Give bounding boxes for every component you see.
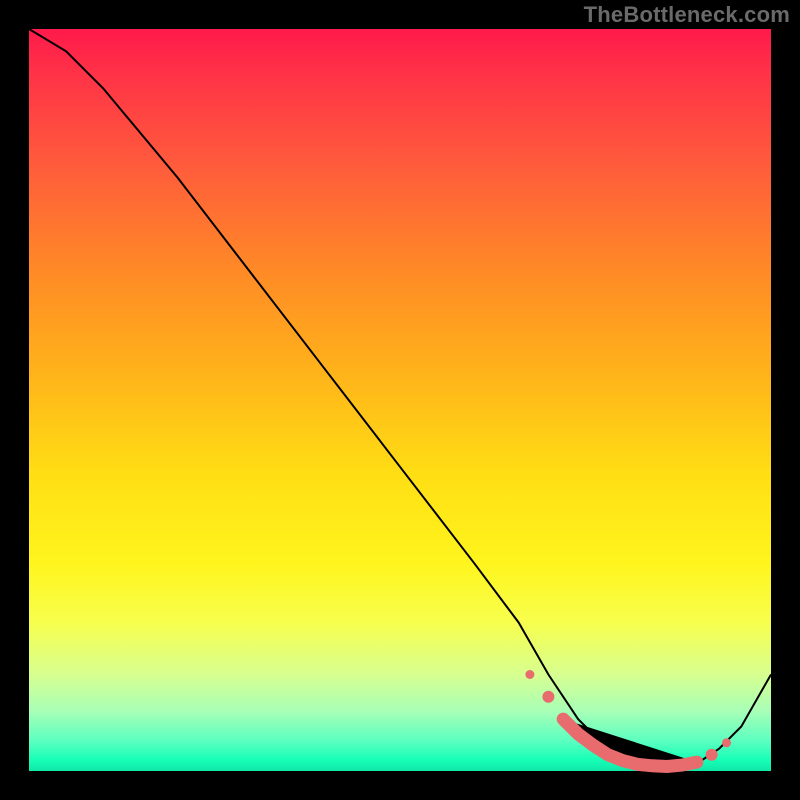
chart-stage: TheBottleneck.com	[0, 0, 800, 800]
optimal-range-dot	[722, 738, 731, 747]
attribution-text: TheBottleneck.com	[584, 2, 790, 28]
bottleneck-curve	[29, 29, 771, 767]
optimal-range-dot	[542, 691, 554, 703]
optimal-range-dot	[525, 670, 534, 679]
optimal-range-dot	[706, 749, 718, 761]
chart-overlay-svg	[29, 29, 771, 771]
optimal-range-bar	[563, 719, 697, 766]
